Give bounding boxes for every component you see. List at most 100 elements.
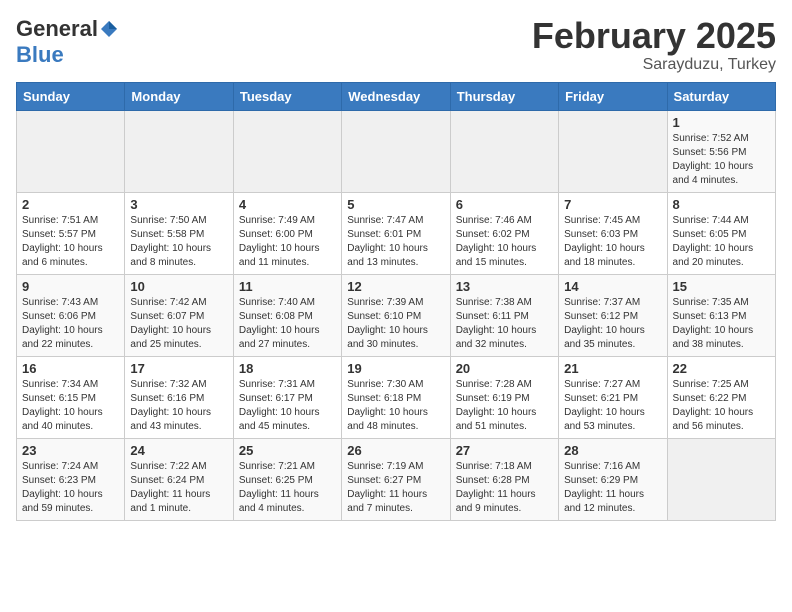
calendar-day-cell: 7Sunrise: 7:45 AMSunset: 6:03 PMDaylight…	[559, 192, 667, 274]
calendar-day-cell: 19 Sunrise: 7:30 AMSunset: 6:18 PMDayligh…	[342, 356, 450, 438]
logo-flag-icon	[99, 19, 119, 39]
calendar-day-cell: 5 Sunrise: 7:47 AMSunset: 6:01 PMDaylight…	[342, 192, 450, 274]
calendar-day-cell	[450, 110, 558, 192]
day-info: Sunrise: 7:22 AMSunset: 6:24 PMDaylight:…	[130, 461, 210, 514]
calendar-day-cell: 13 Sunrise: 7:38 AMSunset: 6:11 PMDayligh…	[450, 274, 558, 356]
day-info: Sunrise: 7:50 AMSunset: 5:58 PMDaylight:…	[130, 215, 211, 268]
day-number: 6	[456, 197, 553, 212]
day-number: 8	[673, 197, 770, 212]
day-number: 22	[673, 361, 770, 376]
day-info: Sunrise: 7:51 AMSunset: 5:57 PMDaylight:…	[22, 215, 103, 268]
calendar-day-cell: 8 Sunrise: 7:44 AMSunset: 6:05 PMDaylight…	[667, 192, 775, 274]
day-number: 5	[347, 197, 444, 212]
day-info: Sunrise: 7:31 AMSunset: 6:17 PMDaylight:…	[239, 379, 320, 432]
day-info: Sunrise: 7:37 AMSunset: 6:12 PMDaylight:…	[564, 297, 645, 350]
calendar-day-cell: 25 Sunrise: 7:21 AMSunset: 6:25 PMDayligh…	[233, 438, 341, 520]
day-info: Sunrise: 7:42 AMSunset: 6:07 PMDaylight:…	[130, 297, 211, 350]
month-title: February 2025	[532, 16, 776, 56]
day-number: 3	[130, 197, 227, 212]
weekday-header: Wednesday	[342, 82, 450, 110]
day-number: 13	[456, 279, 553, 294]
day-info: Sunrise: 7:45 AMSunset: 6:03 PMDaylight:…	[564, 215, 645, 268]
title-block: February 2025 Sarayduzu, Turkey	[532, 16, 776, 74]
calendar-day-cell: 2 Sunrise: 7:51 AMSunset: 5:57 PMDaylight…	[17, 192, 125, 274]
calendar-day-cell: 15Sunrise: 7:35 AMSunset: 6:13 PMDayligh…	[667, 274, 775, 356]
day-info: Sunrise: 7:39 AMSunset: 6:10 PMDaylight:…	[347, 297, 428, 350]
day-info: Sunrise: 7:30 AMSunset: 6:18 PMDaylight:…	[347, 379, 428, 432]
day-info: Sunrise: 7:21 AMSunset: 6:25 PMDaylight:…	[239, 461, 319, 514]
calendar-day-cell: 12 Sunrise: 7:39 AMSunset: 6:10 PMDayligh…	[342, 274, 450, 356]
calendar-day-cell: 17 Sunrise: 7:32 AMSunset: 6:16 PMDayligh…	[125, 356, 233, 438]
calendar-day-cell: 4 Sunrise: 7:49 AMSunset: 6:00 PMDaylight…	[233, 192, 341, 274]
calendar-week-row: 2 Sunrise: 7:51 AMSunset: 5:57 PMDaylight…	[17, 192, 776, 274]
calendar-day-cell: 24 Sunrise: 7:22 AMSunset: 6:24 PMDayligh…	[125, 438, 233, 520]
day-number: 25	[239, 443, 336, 458]
logo: General Blue	[16, 16, 120, 68]
calendar-day-cell: 14Sunrise: 7:37 AMSunset: 6:12 PMDayligh…	[559, 274, 667, 356]
day-number: 20	[456, 361, 553, 376]
calendar-day-cell: 1 Sunrise: 7:52 AMSunset: 5:56 PMDaylight…	[667, 110, 775, 192]
weekday-header: Tuesday	[233, 82, 341, 110]
day-info: Sunrise: 7:46 AMSunset: 6:02 PMDaylight:…	[456, 215, 537, 268]
calendar-day-cell: 16Sunrise: 7:34 AMSunset: 6:15 PMDayligh…	[17, 356, 125, 438]
logo-blue-text: Blue	[16, 42, 64, 68]
calendar-table: SundayMondayTuesdayWednesdayThursdayFrid…	[16, 82, 776, 521]
day-number: 9	[22, 279, 119, 294]
day-number: 17	[130, 361, 227, 376]
day-number: 1	[673, 115, 770, 130]
calendar-day-cell: 6 Sunrise: 7:46 AMSunset: 6:02 PMDaylight…	[450, 192, 558, 274]
calendar-week-row: 23 Sunrise: 7:24 AMSunset: 6:23 PMDayligh…	[17, 438, 776, 520]
day-info: Sunrise: 7:16 AMSunset: 6:29 PMDaylight:…	[564, 461, 644, 514]
logo-general-text: General	[16, 16, 98, 42]
calendar-day-cell: 22 Sunrise: 7:25 AMSunset: 6:22 PMDayligh…	[667, 356, 775, 438]
day-info: Sunrise: 7:49 AMSunset: 6:00 PMDaylight:…	[239, 215, 320, 268]
day-number: 12	[347, 279, 444, 294]
calendar-week-row: 16Sunrise: 7:34 AMSunset: 6:15 PMDayligh…	[17, 356, 776, 438]
weekday-header: Thursday	[450, 82, 558, 110]
weekday-header: Saturday	[667, 82, 775, 110]
day-info: Sunrise: 7:27 AMSunset: 6:21 PMDaylight:…	[564, 379, 645, 432]
location-title: Sarayduzu, Turkey	[532, 56, 776, 74]
day-number: 24	[130, 443, 227, 458]
weekday-header: Monday	[125, 82, 233, 110]
day-number: 27	[456, 443, 553, 458]
calendar-day-cell	[17, 110, 125, 192]
day-number: 18	[239, 361, 336, 376]
calendar-header-row: SundayMondayTuesdayWednesdayThursdayFrid…	[17, 82, 776, 110]
calendar-day-cell	[342, 110, 450, 192]
day-number: 21	[564, 361, 661, 376]
day-number: 26	[347, 443, 444, 458]
weekday-header: Friday	[559, 82, 667, 110]
day-info: Sunrise: 7:25 AMSunset: 6:22 PMDaylight:…	[673, 379, 754, 432]
day-info: Sunrise: 7:19 AMSunset: 6:27 PMDaylight:…	[347, 461, 427, 514]
day-number: 19	[347, 361, 444, 376]
day-info: Sunrise: 7:24 AMSunset: 6:23 PMDaylight:…	[22, 461, 103, 514]
calendar-day-cell: 11Sunrise: 7:40 AMSunset: 6:08 PMDayligh…	[233, 274, 341, 356]
weekday-header: Sunday	[17, 82, 125, 110]
day-number: 23	[22, 443, 119, 458]
calendar-day-cell	[233, 110, 341, 192]
day-info: Sunrise: 7:52 AMSunset: 5:56 PMDaylight:…	[673, 133, 754, 186]
day-number: 4	[239, 197, 336, 212]
calendar-day-cell: 10 Sunrise: 7:42 AMSunset: 6:07 PMDayligh…	[125, 274, 233, 356]
day-number: 2	[22, 197, 119, 212]
calendar-day-cell	[559, 110, 667, 192]
calendar-day-cell: 9 Sunrise: 7:43 AMSunset: 6:06 PMDaylight…	[17, 274, 125, 356]
calendar-day-cell: 28 Sunrise: 7:16 AMSunset: 6:29 PMDayligh…	[559, 438, 667, 520]
calendar-week-row: 9 Sunrise: 7:43 AMSunset: 6:06 PMDaylight…	[17, 274, 776, 356]
day-number: 28	[564, 443, 661, 458]
calendar-day-cell	[667, 438, 775, 520]
day-number: 11	[239, 279, 336, 294]
day-info: Sunrise: 7:38 AMSunset: 6:11 PMDaylight:…	[456, 297, 537, 350]
day-info: Sunrise: 7:28 AMSunset: 6:19 PMDaylight:…	[456, 379, 537, 432]
day-number: 10	[130, 279, 227, 294]
calendar-day-cell: 27Sunrise: 7:18 AMSunset: 6:28 PMDayligh…	[450, 438, 558, 520]
day-info: Sunrise: 7:44 AMSunset: 6:05 PMDaylight:…	[673, 215, 754, 268]
calendar-day-cell: 21 Sunrise: 7:27 AMSunset: 6:21 PMDayligh…	[559, 356, 667, 438]
day-number: 15	[673, 279, 770, 294]
day-info: Sunrise: 7:32 AMSunset: 6:16 PMDaylight:…	[130, 379, 211, 432]
calendar-day-cell: 18 Sunrise: 7:31 AMSunset: 6:17 PMDayligh…	[233, 356, 341, 438]
day-info: Sunrise: 7:43 AMSunset: 6:06 PMDaylight:…	[22, 297, 103, 350]
day-info: Sunrise: 7:47 AMSunset: 6:01 PMDaylight:…	[347, 215, 428, 268]
calendar-day-cell: 26 Sunrise: 7:19 AMSunset: 6:27 PMDayligh…	[342, 438, 450, 520]
